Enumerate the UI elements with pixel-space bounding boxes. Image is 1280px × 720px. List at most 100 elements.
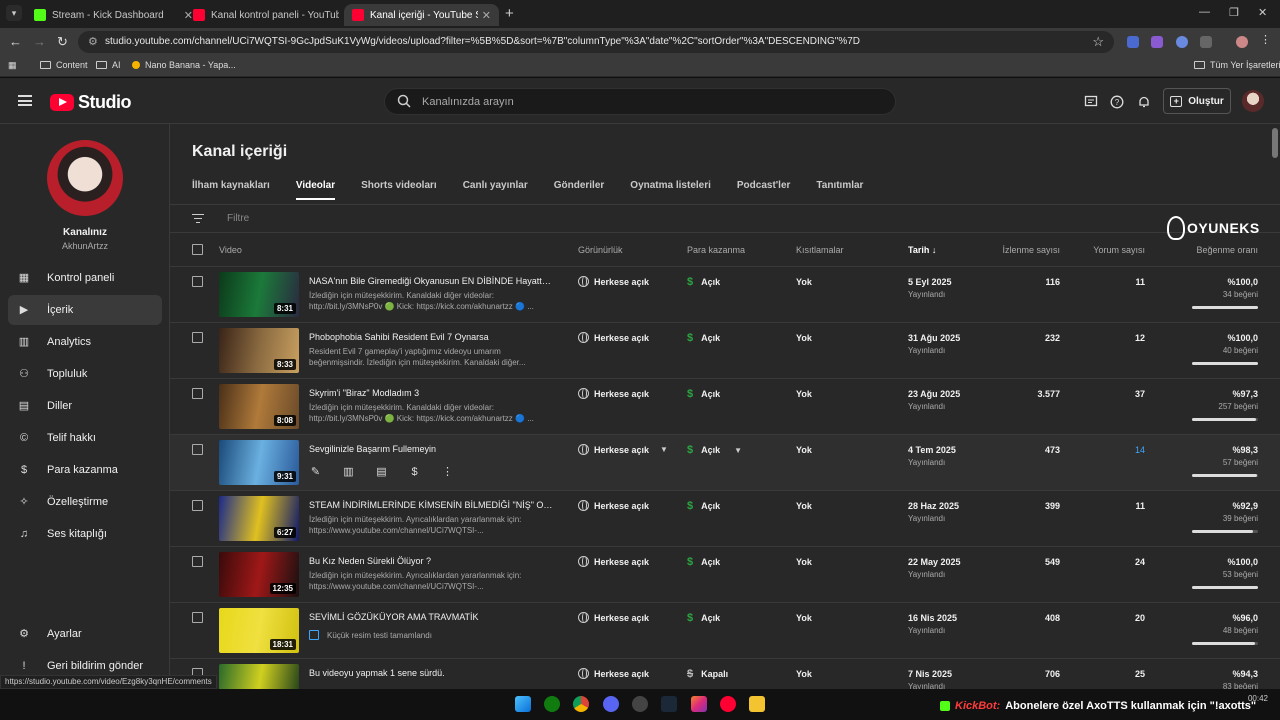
video-title[interactable]: Phobophobia Sahibi Resident Evil 7 Oynar… (309, 332, 554, 342)
sidebar-item-dashboard[interactable]: ▦ Kontrol paneli (8, 263, 162, 293)
extension-icon[interactable] (1151, 36, 1163, 48)
monetization-cell[interactable]: $ Açık (687, 612, 720, 624)
video-thumbnail[interactable]: 8:33 (219, 328, 299, 373)
video-title[interactable]: SEVİMLİ GÖZÜKÜYOR AMA TRAVMATİK (309, 612, 554, 622)
row-checkbox[interactable] (192, 332, 203, 343)
site-info-icon[interactable]: ⚙ (88, 35, 98, 48)
new-tab-button[interactable]: + (505, 5, 514, 22)
forward-icon[interactable]: → (33, 34, 46, 49)
video-thumbnail[interactable]: 9:31 (219, 440, 299, 485)
notifications-bell-icon[interactable] (1137, 95, 1151, 109)
video-row[interactable]: 12:35 Bu Kız Neden Sürekli Ölüyor ? İzle… (170, 547, 1280, 603)
menu-dots-icon[interactable]: ⋮ (1260, 34, 1272, 46)
tab-promotions[interactable]: Tanıtımlar (816, 180, 863, 200)
visibility-cell[interactable]: Herkese açık (578, 388, 649, 399)
visibility-cell[interactable]: Herkese açık (578, 500, 649, 511)
file-explorer-icon[interactable] (749, 696, 765, 712)
video-thumbnail[interactable]: 8:31 (219, 272, 299, 317)
video-title[interactable]: Bu videoyu yapmak 1 sene sürdü. (309, 668, 554, 678)
chevron-down-icon[interactable]: ▼ (734, 446, 742, 455)
video-thumbnail[interactable]: 12:35 (219, 552, 299, 597)
tab-inspiration[interactable]: İlham kaynakları (192, 180, 270, 200)
monetization-cell[interactable]: $ Açık (687, 556, 720, 568)
visibility-cell[interactable]: Herkese açık (578, 612, 649, 623)
filter-icon[interactable] (192, 214, 204, 224)
video-title[interactable]: STEAM İNDİRİMLERİNDE KİMSENİN BİLMEDİĞİ … (309, 500, 554, 510)
monetization-cell[interactable]: $ Açık (687, 332, 720, 344)
all-bookmarks[interactable]: Tüm Yer İşaretleri (1194, 60, 1280, 70)
thumbnail-test-note[interactable]: Küçük resim testi tamamlandı (309, 630, 432, 640)
video-row[interactable]: 8:31 NASA'nın Bile Giremediği Okyanusun … (170, 267, 1280, 323)
sidebar-item-analytics[interactable]: ▥ Analytics (8, 327, 162, 357)
bookmark-link[interactable]: Nano Banana - Yapa... (132, 60, 236, 70)
tab-live[interactable]: Canlı yayınlar (463, 180, 528, 200)
column-date[interactable]: Tarih ↓ (908, 245, 936, 255)
windows-start-icon[interactable] (515, 696, 531, 712)
obs-icon[interactable] (632, 696, 648, 712)
video-title[interactable]: Bu Kız Neden Sürekli Ölüyor ? (309, 556, 554, 566)
sidebar-item-audio-library[interactable]: ♫ Ses kitaplığı (8, 519, 162, 549)
instagram-icon[interactable] (691, 696, 707, 712)
sidebar-item-monetization[interactable]: $ Para kazanma (8, 455, 162, 485)
channel-search-input[interactable]: Kanalınızda arayın (384, 88, 896, 115)
row-checkbox[interactable] (192, 612, 203, 623)
row-checkbox[interactable] (192, 388, 203, 399)
video-title[interactable]: NASA'nın Bile Giremediği Okyanusun EN Dİ… (309, 276, 554, 286)
sidebar-item-customization[interactable]: ✧ Özelleştirme (8, 487, 162, 517)
visibility-cell[interactable]: Herkese açık (578, 332, 649, 343)
minimize-icon[interactable]: — (1199, 6, 1210, 18)
more-options-icon[interactable]: ⋮ (441, 466, 454, 479)
visibility-cell[interactable]: Herkese açık (578, 276, 649, 287)
monetization-cell[interactable]: $ Açık (687, 276, 720, 288)
profile-icon[interactable] (1236, 36, 1248, 48)
select-all-checkbox[interactable] (192, 244, 203, 255)
xbox-icon[interactable] (544, 696, 560, 712)
analytics-icon[interactable]: ▥ (342, 466, 355, 479)
close-icon[interactable]: ✕ (482, 9, 491, 22)
restore-icon[interactable]: ❐ (1229, 6, 1239, 19)
video-thumbnail[interactable]: 8:08 (219, 384, 299, 429)
sidebar-item-community[interactable]: ⚇ Topluluk (8, 359, 162, 389)
extension-icon[interactable] (1127, 36, 1139, 48)
monetization-icon[interactable]: $ (408, 466, 421, 479)
chevron-down-icon[interactable]: ▼ (660, 445, 668, 454)
studio-logo[interactable]: Studio (50, 92, 132, 113)
sidebar-item-content[interactable]: ▶ İçerik (8, 295, 162, 325)
filter-input[interactable]: Filtre (227, 213, 249, 224)
youtube-app-icon[interactable] (720, 696, 736, 712)
sidebar-item-languages[interactable]: ▤ Diller (8, 391, 162, 421)
video-title[interactable]: Sevgilinizle Başarım Fullemeyin (309, 444, 554, 454)
url-bar[interactable]: ⚙ studio.youtube.com/channel/UCi7WQTSI-9… (78, 31, 1114, 53)
bookmark-folder[interactable]: Content (40, 60, 88, 70)
browser-tab[interactable]: Kanal kontrol paneli - YouTube ✕ (185, 4, 360, 26)
apps-icon[interactable]: ▦ (8, 60, 17, 71)
row-checkbox[interactable] (192, 444, 203, 455)
tab-posts[interactable]: Gönderiler (554, 180, 605, 200)
messages-icon[interactable] (1084, 95, 1098, 109)
video-row[interactable]: 8:33 Phobophobia Sahibi Resident Evil 7 … (170, 323, 1280, 379)
create-button[interactable]: + Oluştur (1163, 88, 1231, 114)
tab-search-icon[interactable]: ▾ (6, 5, 22, 21)
bookmark-star-icon[interactable]: ☆ (1092, 34, 1104, 50)
tab-playlists[interactable]: Oynatma listeleri (630, 180, 711, 200)
browser-tab[interactable]: Stream - Kick Dashboard ✕ (26, 4, 201, 26)
discord-icon[interactable] (603, 696, 619, 712)
comment-count[interactable]: 14 (1135, 445, 1145, 455)
monetization-cell[interactable]: $ Açık (687, 500, 720, 512)
video-thumbnail[interactable]: 6:27 (219, 496, 299, 541)
channel-avatar[interactable] (47, 140, 123, 216)
visibility-cell[interactable]: Herkese açık ▼ (578, 444, 668, 455)
scrollbar-thumb[interactable] (1272, 128, 1278, 158)
extensions-puzzle-icon[interactable] (1200, 36, 1212, 48)
browser-tab-active[interactable]: Kanal içeriği - YouTube Studio ✕ (344, 4, 499, 26)
row-checkbox[interactable] (192, 556, 203, 567)
filter-bar[interactable]: Filtre (170, 204, 1280, 233)
help-icon[interactable]: ? (1110, 95, 1124, 109)
chrome-icon[interactable] (573, 696, 589, 712)
monetization-cell[interactable]: $ Açık ▼ (687, 444, 742, 456)
video-thumbnail[interactable]: 18:31 (219, 608, 299, 653)
url-text[interactable]: studio.youtube.com/channel/UCi7WQTSI-9Gc… (105, 36, 860, 47)
video-row[interactable]: 8:08 Skyrim'i "Biraz" Modladım 3 İzlediğ… (170, 379, 1280, 435)
tab-videos[interactable]: Videolar (295, 180, 336, 200)
video-row[interactable]: 9:31 Sevgilinizle Başarım Fullemeyin ✎ ▥… (170, 435, 1280, 491)
